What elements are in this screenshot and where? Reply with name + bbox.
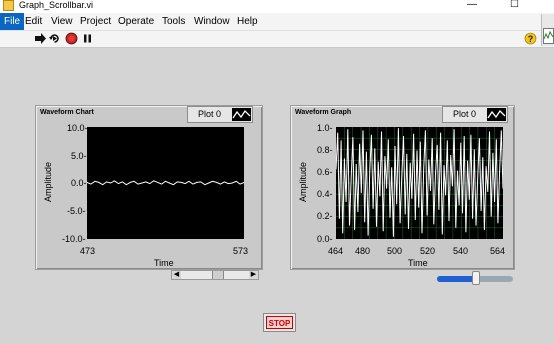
menu-tools[interactable]: Tools [158, 13, 189, 30]
chart-y-axis-title: Amplitude [43, 161, 54, 203]
chart-x-axis-title: Time [154, 258, 174, 268]
maximize-button[interactable]: ☐ [510, 0, 519, 11]
plot-style-icon [232, 108, 251, 121]
chart-x-tick: 573 [233, 246, 249, 256]
chart-y-tick: 0.0- [71, 178, 87, 188]
graph-legend-label: Plot 0 [453, 109, 477, 119]
menu-project[interactable]: Project [76, 13, 115, 30]
svg-text:?: ? [528, 34, 534, 44]
scroll-left-icon[interactable]: ◀ [172, 271, 181, 279]
menu-view[interactable]: View [47, 13, 77, 30]
graph-plot-area[interactable] [336, 127, 503, 239]
scroll-right-icon[interactable]: ▶ [249, 271, 258, 279]
chart-y-tick: -5.0- [67, 206, 86, 216]
pause-icon[interactable] [81, 32, 94, 45]
graph-x-tick: 480 [355, 246, 371, 256]
window-title: Graph_Scrollbar.vi [19, 0, 94, 10]
graph-title: Waveform Graph [295, 109, 352, 116]
chart-y-tick: -10.0- [62, 234, 86, 244]
graph-x-tick: 520 [420, 246, 436, 256]
graph-y-tick: 0.2- [317, 211, 333, 221]
menu-bar: File Edit View Project Operate Tools Win… [0, 13, 554, 31]
vi-icon [3, 0, 14, 11]
graph-y-tick: 0.8- [317, 145, 333, 155]
help-icon[interactable]: ? [524, 32, 537, 45]
vi-connector-pane [541, 14, 554, 46]
scroll-thumb[interactable] [212, 271, 224, 279]
graph-x-tick: 540 [453, 246, 469, 256]
graph-y-axis-title: Amplitude [298, 161, 309, 203]
chart-scrollbar[interactable]: ◀ ▶ [171, 270, 259, 280]
slider-knob[interactable] [472, 271, 480, 285]
chart-y-tick: 10.0- [67, 123, 88, 133]
graph-x-axis-title: Time [408, 258, 428, 268]
graph-x-tick: 564 [490, 246, 506, 256]
stop-button[interactable]: STOP [263, 313, 296, 332]
graph-x-tick: 464 [328, 246, 344, 256]
graph-y-tick: 0.6- [317, 167, 333, 177]
graph-y-tick: 0.0- [317, 234, 333, 244]
run-continuously-icon[interactable] [48, 32, 61, 45]
waveform-thumbnail-icon [543, 28, 554, 44]
menu-window[interactable]: Window [190, 13, 234, 30]
chart-y-tick: 5.0- [71, 151, 87, 161]
menu-edit[interactable]: Edit [21, 13, 46, 30]
graph-y-tick: 1.0- [317, 123, 333, 133]
abort-icon[interactable] [65, 32, 78, 45]
chart-x-tick: 473 [80, 246, 96, 256]
plot-style-icon [487, 108, 506, 121]
minimize-button[interactable]: — [467, 0, 477, 11]
run-arrow-icon[interactable] [34, 32, 47, 45]
chart-title: Waveform Chart [40, 109, 94, 116]
chart-plot-legend[interactable]: Plot 0 [187, 106, 253, 123]
menu-help[interactable]: Help [233, 13, 262, 30]
toolbar: ? [0, 31, 554, 48]
chart-series-line [87, 180, 244, 186]
graph-y-tick: 0.4- [317, 189, 333, 199]
horizontal-slider[interactable] [437, 271, 513, 285]
graph-plot-legend[interactable]: Plot 0 [442, 106, 508, 123]
chart-plot-area[interactable] [87, 127, 244, 239]
chart-legend-label: Plot 0 [198, 109, 222, 119]
title-bar: Graph_Scrollbar.vi — ☐ [0, 0, 554, 13]
graph-x-tick: 500 [387, 246, 403, 256]
stop-button-label: STOP [266, 316, 293, 329]
slider-fill [437, 276, 477, 282]
menu-operate[interactable]: Operate [114, 13, 158, 30]
